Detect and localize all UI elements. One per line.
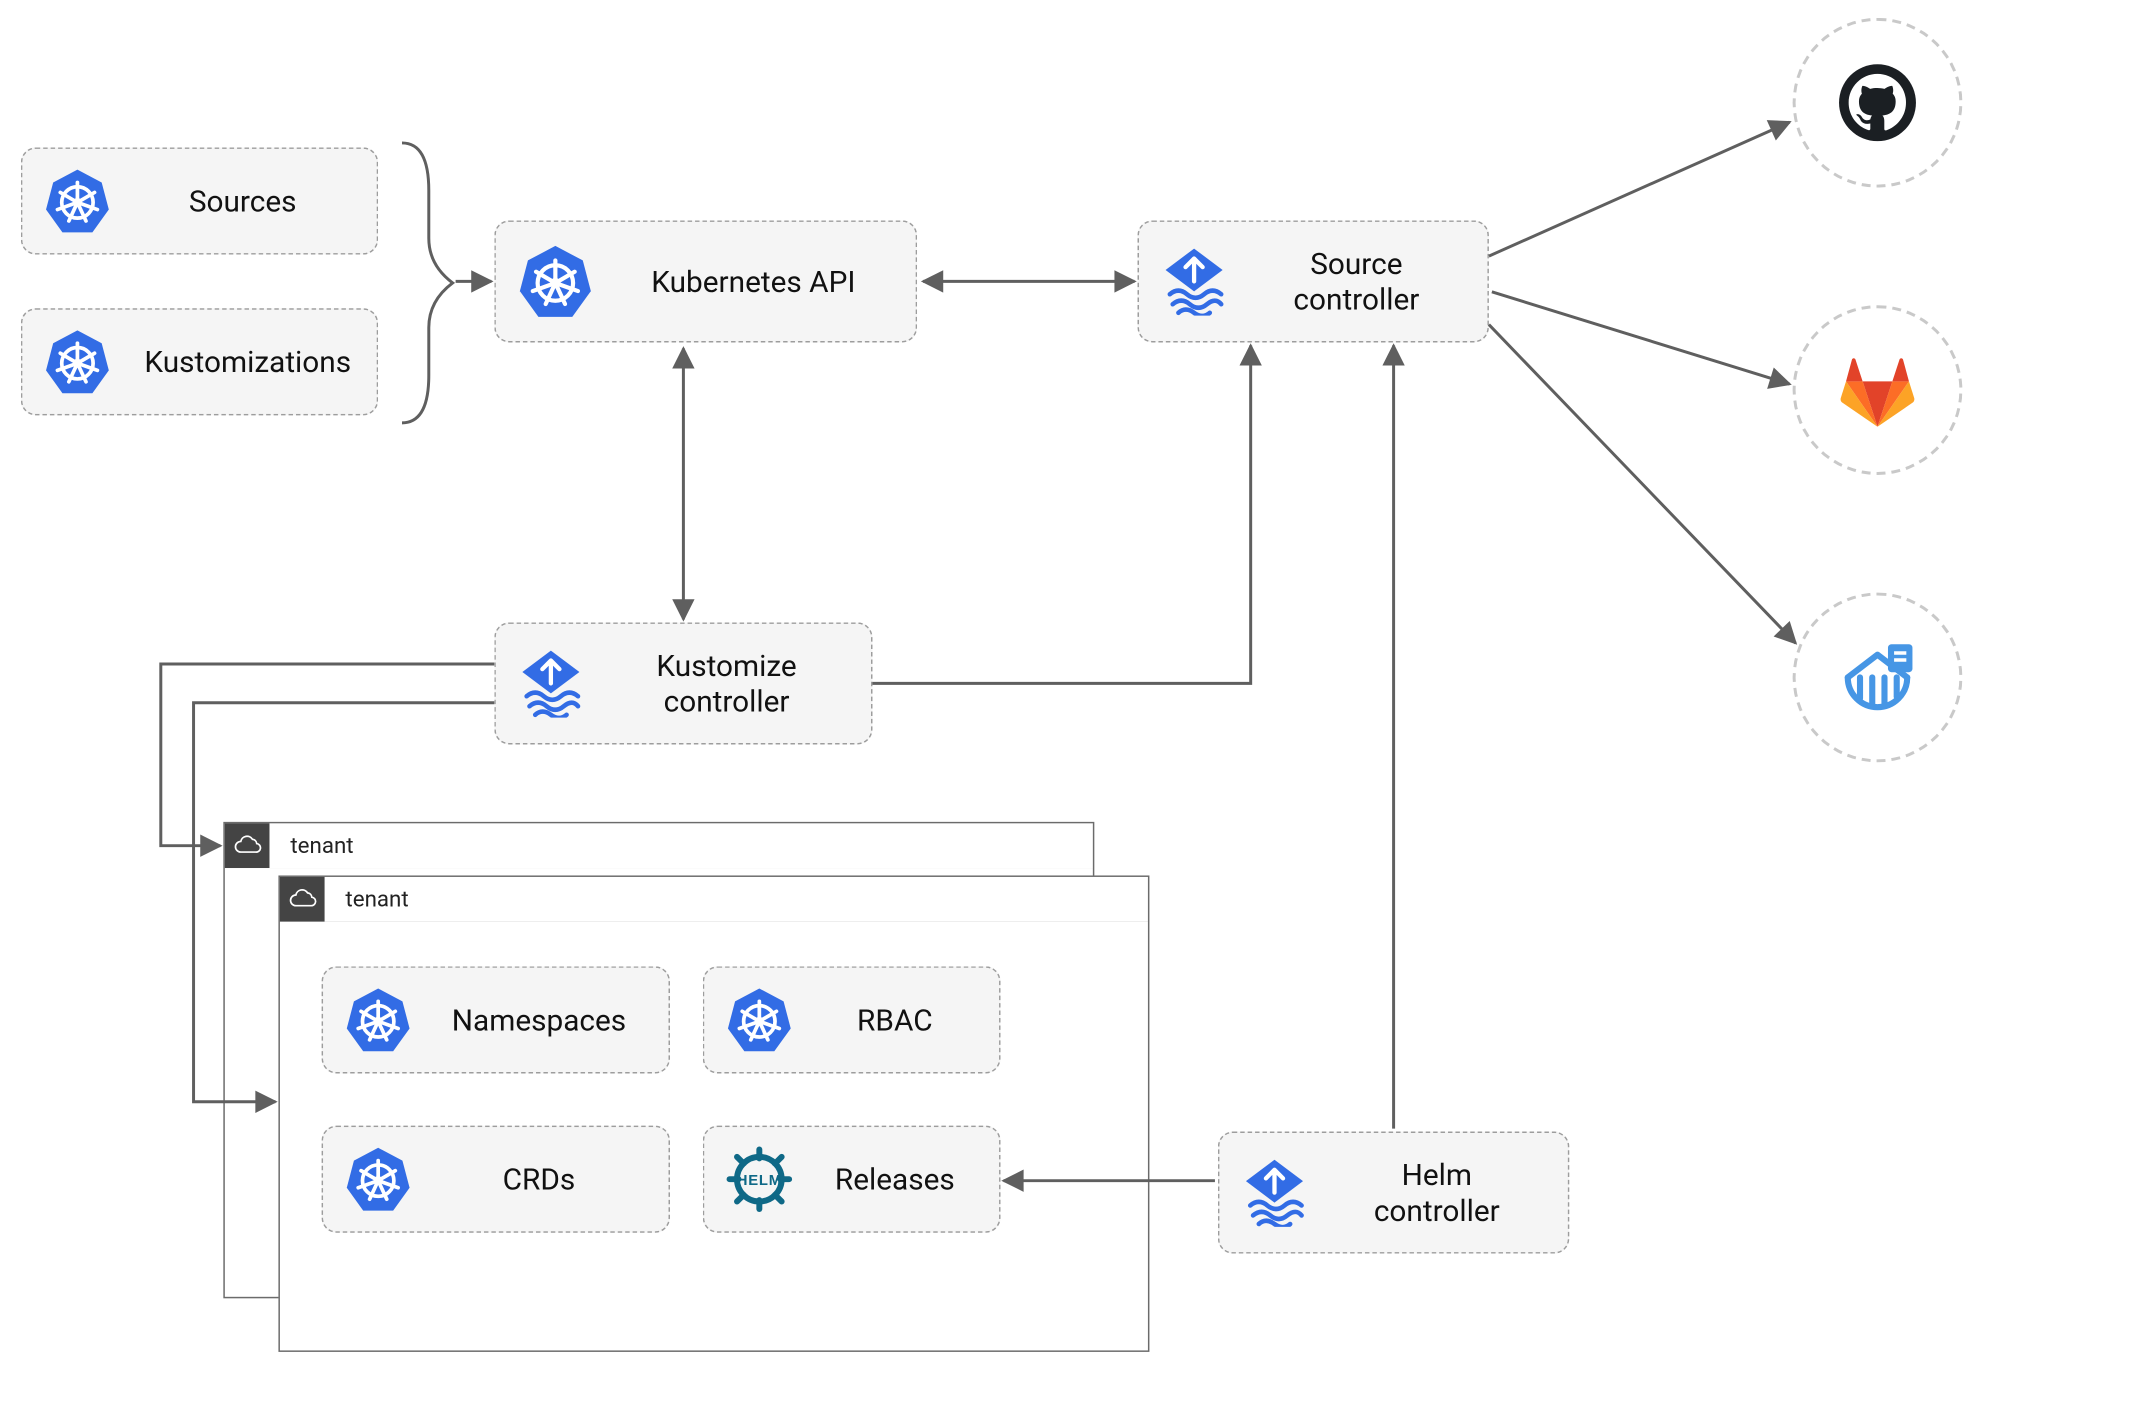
tenant-header: tenant (225, 823, 1093, 868)
node-kustomize-controller: Kustomize controller (494, 622, 872, 744)
flux-icon (1240, 1158, 1308, 1226)
ext-harbor (1793, 593, 1963, 763)
node-kustomizations: Kustomizations (21, 308, 378, 415)
harbor-icon (1837, 637, 1917, 717)
flux-icon (517, 649, 585, 717)
tenant-header: tenant (280, 877, 1148, 922)
kubernetes-icon (344, 1145, 412, 1213)
label-kustomizations: Kustomizations (144, 344, 386, 380)
kubernetes-icon (725, 986, 793, 1054)
label-rbac: RBAC (826, 1002, 999, 1038)
node-releases: Releases (703, 1126, 1001, 1233)
ext-github (1793, 18, 1963, 188)
ext-gitlab (1793, 305, 1963, 475)
label-kustomize-controller: Kustomize controller (618, 648, 871, 719)
tenant-box-front: tenant Namespaces RBAC CRDs Releases (278, 875, 1149, 1351)
cloud-icon (280, 877, 325, 922)
kubernetes-icon (43, 328, 111, 396)
label-crds: CRDs (445, 1161, 668, 1197)
label-kubeapi: Kubernetes API (627, 264, 916, 300)
tenant-label: tenant (325, 877, 1148, 922)
kubernetes-icon (43, 167, 111, 235)
gitlab-icon (1837, 350, 1917, 430)
node-sources: Sources (21, 147, 378, 254)
label-releases: Releases (826, 1161, 999, 1197)
github-icon (1837, 63, 1917, 143)
node-crds: CRDs (322, 1126, 670, 1233)
node-source-controller: Source controller (1138, 220, 1489, 342)
label-source-controller: Source controller (1261, 246, 1487, 317)
brace-icon (384, 137, 458, 429)
label-helm-controller: Helm controller (1341, 1157, 1567, 1228)
node-helm-controller: Helm controller (1218, 1132, 1569, 1254)
node-rbac: RBAC (703, 966, 1001, 1073)
kubernetes-icon (517, 243, 594, 320)
node-kubernetes-api: Kubernetes API (494, 220, 917, 342)
label-namespaces: Namespaces (445, 1002, 668, 1038)
label-sources: Sources (144, 183, 376, 219)
tenant-label: tenant (269, 823, 1092, 868)
helm-icon (725, 1145, 793, 1213)
node-namespaces: Namespaces (322, 966, 670, 1073)
kubernetes-icon (344, 986, 412, 1054)
cloud-icon (225, 823, 270, 868)
flux-icon (1160, 247, 1228, 315)
